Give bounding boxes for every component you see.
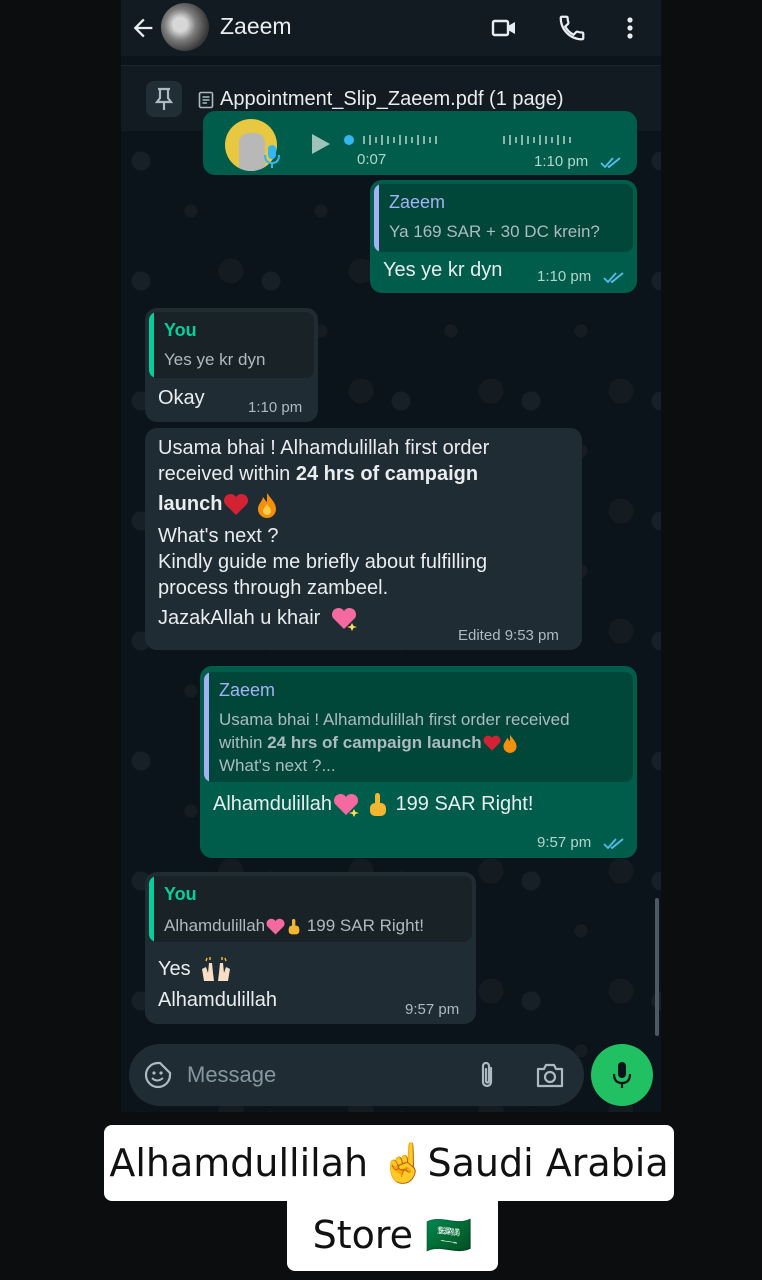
sparkling-heart-emoji bbox=[266, 918, 285, 935]
document-icon bbox=[198, 91, 214, 109]
quote-text-line: within 24 hrs of campaign launch bbox=[219, 731, 518, 754]
caption-line-1: Alhamdullilah ☝️Saudi Arabia bbox=[104, 1125, 674, 1201]
quote-author: You bbox=[164, 320, 197, 340]
message-time: 9:57 pm bbox=[537, 834, 592, 851]
chat-screen: Zaeem Appointment_Slip_Zaeem.pdf (1 page… bbox=[121, 0, 661, 1112]
pointing-up-emoji bbox=[369, 792, 386, 816]
scrollbar-thumb[interactable] bbox=[655, 898, 659, 1036]
quote-text-line: What's next ?... bbox=[219, 756, 336, 775]
message-input[interactable]: Message bbox=[187, 1062, 276, 1088]
read-ticks-icon bbox=[603, 838, 624, 850]
contact-avatar[interactable] bbox=[161, 3, 209, 51]
message-text-line: received within 24 hrs of campaign bbox=[158, 463, 479, 485]
message-text: Yes ye kr dyn bbox=[383, 259, 503, 281]
message-text-line: launch bbox=[158, 491, 278, 518]
quoted-message[interactable]: You Alhamdulillah 199 SAR Right! bbox=[149, 876, 472, 942]
caption-line-2: Store 🇸🇦 bbox=[287, 1199, 498, 1271]
pin-icon[interactable] bbox=[146, 81, 182, 117]
message-text-line: Usama bhai ! Alhamdulillah first order bbox=[158, 437, 490, 459]
contact-name[interactable]: Zaeem bbox=[220, 13, 292, 40]
fire-emoji bbox=[503, 734, 517, 753]
message-text-line: Kindly guide me briefly about fulfilling bbox=[158, 551, 488, 573]
voice-note-bubble[interactable]: 0:07 1:10 pm bbox=[203, 111, 637, 175]
message-time: 9:57 pm bbox=[405, 1001, 460, 1018]
quote-author: You bbox=[164, 884, 197, 904]
read-ticks-icon bbox=[600, 157, 621, 169]
voice-waveform[interactable] bbox=[343, 133, 603, 147]
quote-author: Zaeem bbox=[219, 680, 276, 700]
message-text-line: JazakAllah u khair bbox=[158, 605, 358, 631]
message-text-line: Alhamdulillah bbox=[158, 989, 277, 1011]
quoted-message[interactable]: You Yes ye kr dyn bbox=[149, 312, 314, 378]
fire-emoji bbox=[258, 492, 277, 518]
microphone-icon bbox=[264, 145, 280, 168]
incoming-message[interactable]: You Yes ye kr dyn Okay 1:10 pm bbox=[145, 308, 318, 422]
message-time: 1:10 pm bbox=[248, 399, 303, 416]
camera-icon[interactable] bbox=[535, 1061, 565, 1089]
chat-header: Zaeem bbox=[121, 0, 661, 56]
video-call-icon[interactable] bbox=[489, 13, 519, 43]
quoted-message[interactable]: Zaeem Ya 169 SAR + 30 DC krein? bbox=[374, 184, 633, 252]
message-time: 1:10 pm bbox=[537, 268, 592, 285]
back-arrow-icon[interactable] bbox=[129, 14, 157, 42]
red-heart-emoji bbox=[224, 493, 249, 515]
pinned-document-name: Appointment_Slip_Zaeem.pdf (1 page) bbox=[220, 88, 564, 110]
quote-author: Zaeem bbox=[389, 192, 446, 212]
sparkling-heart-emoji bbox=[331, 607, 357, 631]
message-text: Okay bbox=[158, 387, 205, 409]
message-text-line: process through zambeel. bbox=[158, 577, 389, 599]
outgoing-message[interactable]: Zaeem Usama bhai ! Alhamdulillah first o… bbox=[200, 666, 637, 858]
message-list[interactable]: 0:07 1:10 pm Zaeem Ya 169 SAR + 30 DC kr… bbox=[121, 111, 661, 1112]
play-icon[interactable] bbox=[307, 131, 333, 157]
quoted-message[interactable]: Zaeem Usama bhai ! Alhamdulillah first o… bbox=[204, 672, 633, 782]
quote-text: Alhamdulillah 199 SAR Right! bbox=[164, 916, 425, 935]
microphone-icon bbox=[612, 1062, 632, 1088]
edited-time: Edited 9:53 pm bbox=[458, 627, 559, 644]
sparkling-heart-emoji bbox=[333, 793, 359, 817]
quote-text: Ya 169 SAR + 30 DC krein? bbox=[389, 222, 600, 241]
attachment-icon[interactable] bbox=[476, 1060, 498, 1090]
raising-hands-emoji bbox=[202, 956, 231, 981]
message-text-line: Yes bbox=[158, 956, 232, 983]
more-vertical-icon[interactable] bbox=[615, 13, 645, 43]
message-text: Alhamdulillah 199 SAR Right! bbox=[213, 791, 533, 818]
incoming-message[interactable]: You Alhamdulillah 199 SAR Right! Yes Alh… bbox=[145, 872, 476, 1024]
message-input-bar[interactable]: Message bbox=[129, 1044, 584, 1106]
message-time: 1:10 pm bbox=[534, 153, 589, 170]
pointing-up-emoji bbox=[288, 918, 300, 934]
phone-call-icon[interactable] bbox=[557, 13, 587, 43]
quote-text-line: Usama bhai ! Alhamdulillah first order r… bbox=[219, 710, 570, 729]
outgoing-message[interactable]: Zaeem Ya 169 SAR + 30 DC krein? Yes ye k… bbox=[370, 180, 637, 293]
red-heart-emoji bbox=[483, 735, 501, 751]
message-text-line: What's next ? bbox=[158, 525, 279, 547]
quote-text: Yes ye kr dyn bbox=[164, 350, 266, 369]
read-ticks-icon bbox=[603, 272, 624, 284]
incoming-message[interactable]: Usama bhai ! Alhamdulillah first order r… bbox=[145, 428, 582, 650]
sticker-icon[interactable] bbox=[144, 1061, 172, 1089]
voice-note-duration: 0:07 bbox=[357, 151, 387, 168]
voice-record-button[interactable] bbox=[591, 1044, 653, 1106]
